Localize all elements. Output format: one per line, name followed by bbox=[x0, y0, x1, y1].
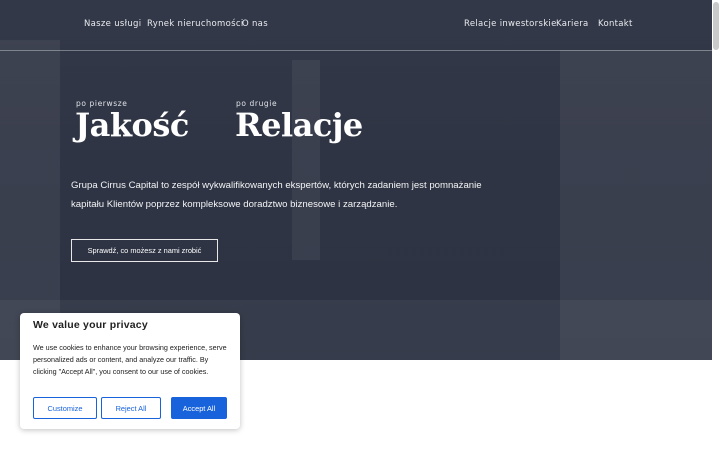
first-title: Jakość bbox=[75, 106, 189, 144]
hero-section: Nasze usługi Rynek nieruchomości O nas R… bbox=[0, 0, 712, 360]
customize-button[interactable]: Customize bbox=[33, 397, 97, 419]
cookie-title: We value your privacy bbox=[33, 319, 148, 331]
cta-button[interactable]: Sprawdź, co możesz z nami zrobić bbox=[71, 239, 218, 262]
accept-all-button[interactable]: Accept All bbox=[171, 397, 227, 419]
nav-about-link[interactable]: O nas bbox=[242, 19, 268, 29]
hero-lead-text: Grupa Cirrus Capital to zespół wykwalifi… bbox=[71, 180, 482, 210]
cookie-text: We use cookies to enhance your browsing … bbox=[33, 343, 227, 376]
scrollbar-thumb[interactable] bbox=[713, 2, 719, 50]
top-navigation: Nasze usługi Rynek nieruchomości O nas R… bbox=[0, 0, 712, 51]
cookie-banner: We value your privacy We use cookies to … bbox=[20, 313, 240, 429]
nav-career-link[interactable]: Kariera bbox=[556, 19, 589, 29]
nav-contact-link[interactable]: Kontakt bbox=[598, 19, 633, 29]
scrollbar-track[interactable] bbox=[712, 0, 720, 450]
second-title: Relacje bbox=[235, 106, 363, 144]
background-tower bbox=[292, 60, 320, 260]
reject-all-button[interactable]: Reject All bbox=[101, 397, 161, 419]
nav-services-link[interactable]: Nasze usługi bbox=[84, 19, 141, 29]
nav-real-estate-link[interactable]: Rynek nieruchomości bbox=[147, 19, 243, 29]
nav-investor-relations-link[interactable]: Relacje inwestorskie bbox=[464, 19, 557, 29]
